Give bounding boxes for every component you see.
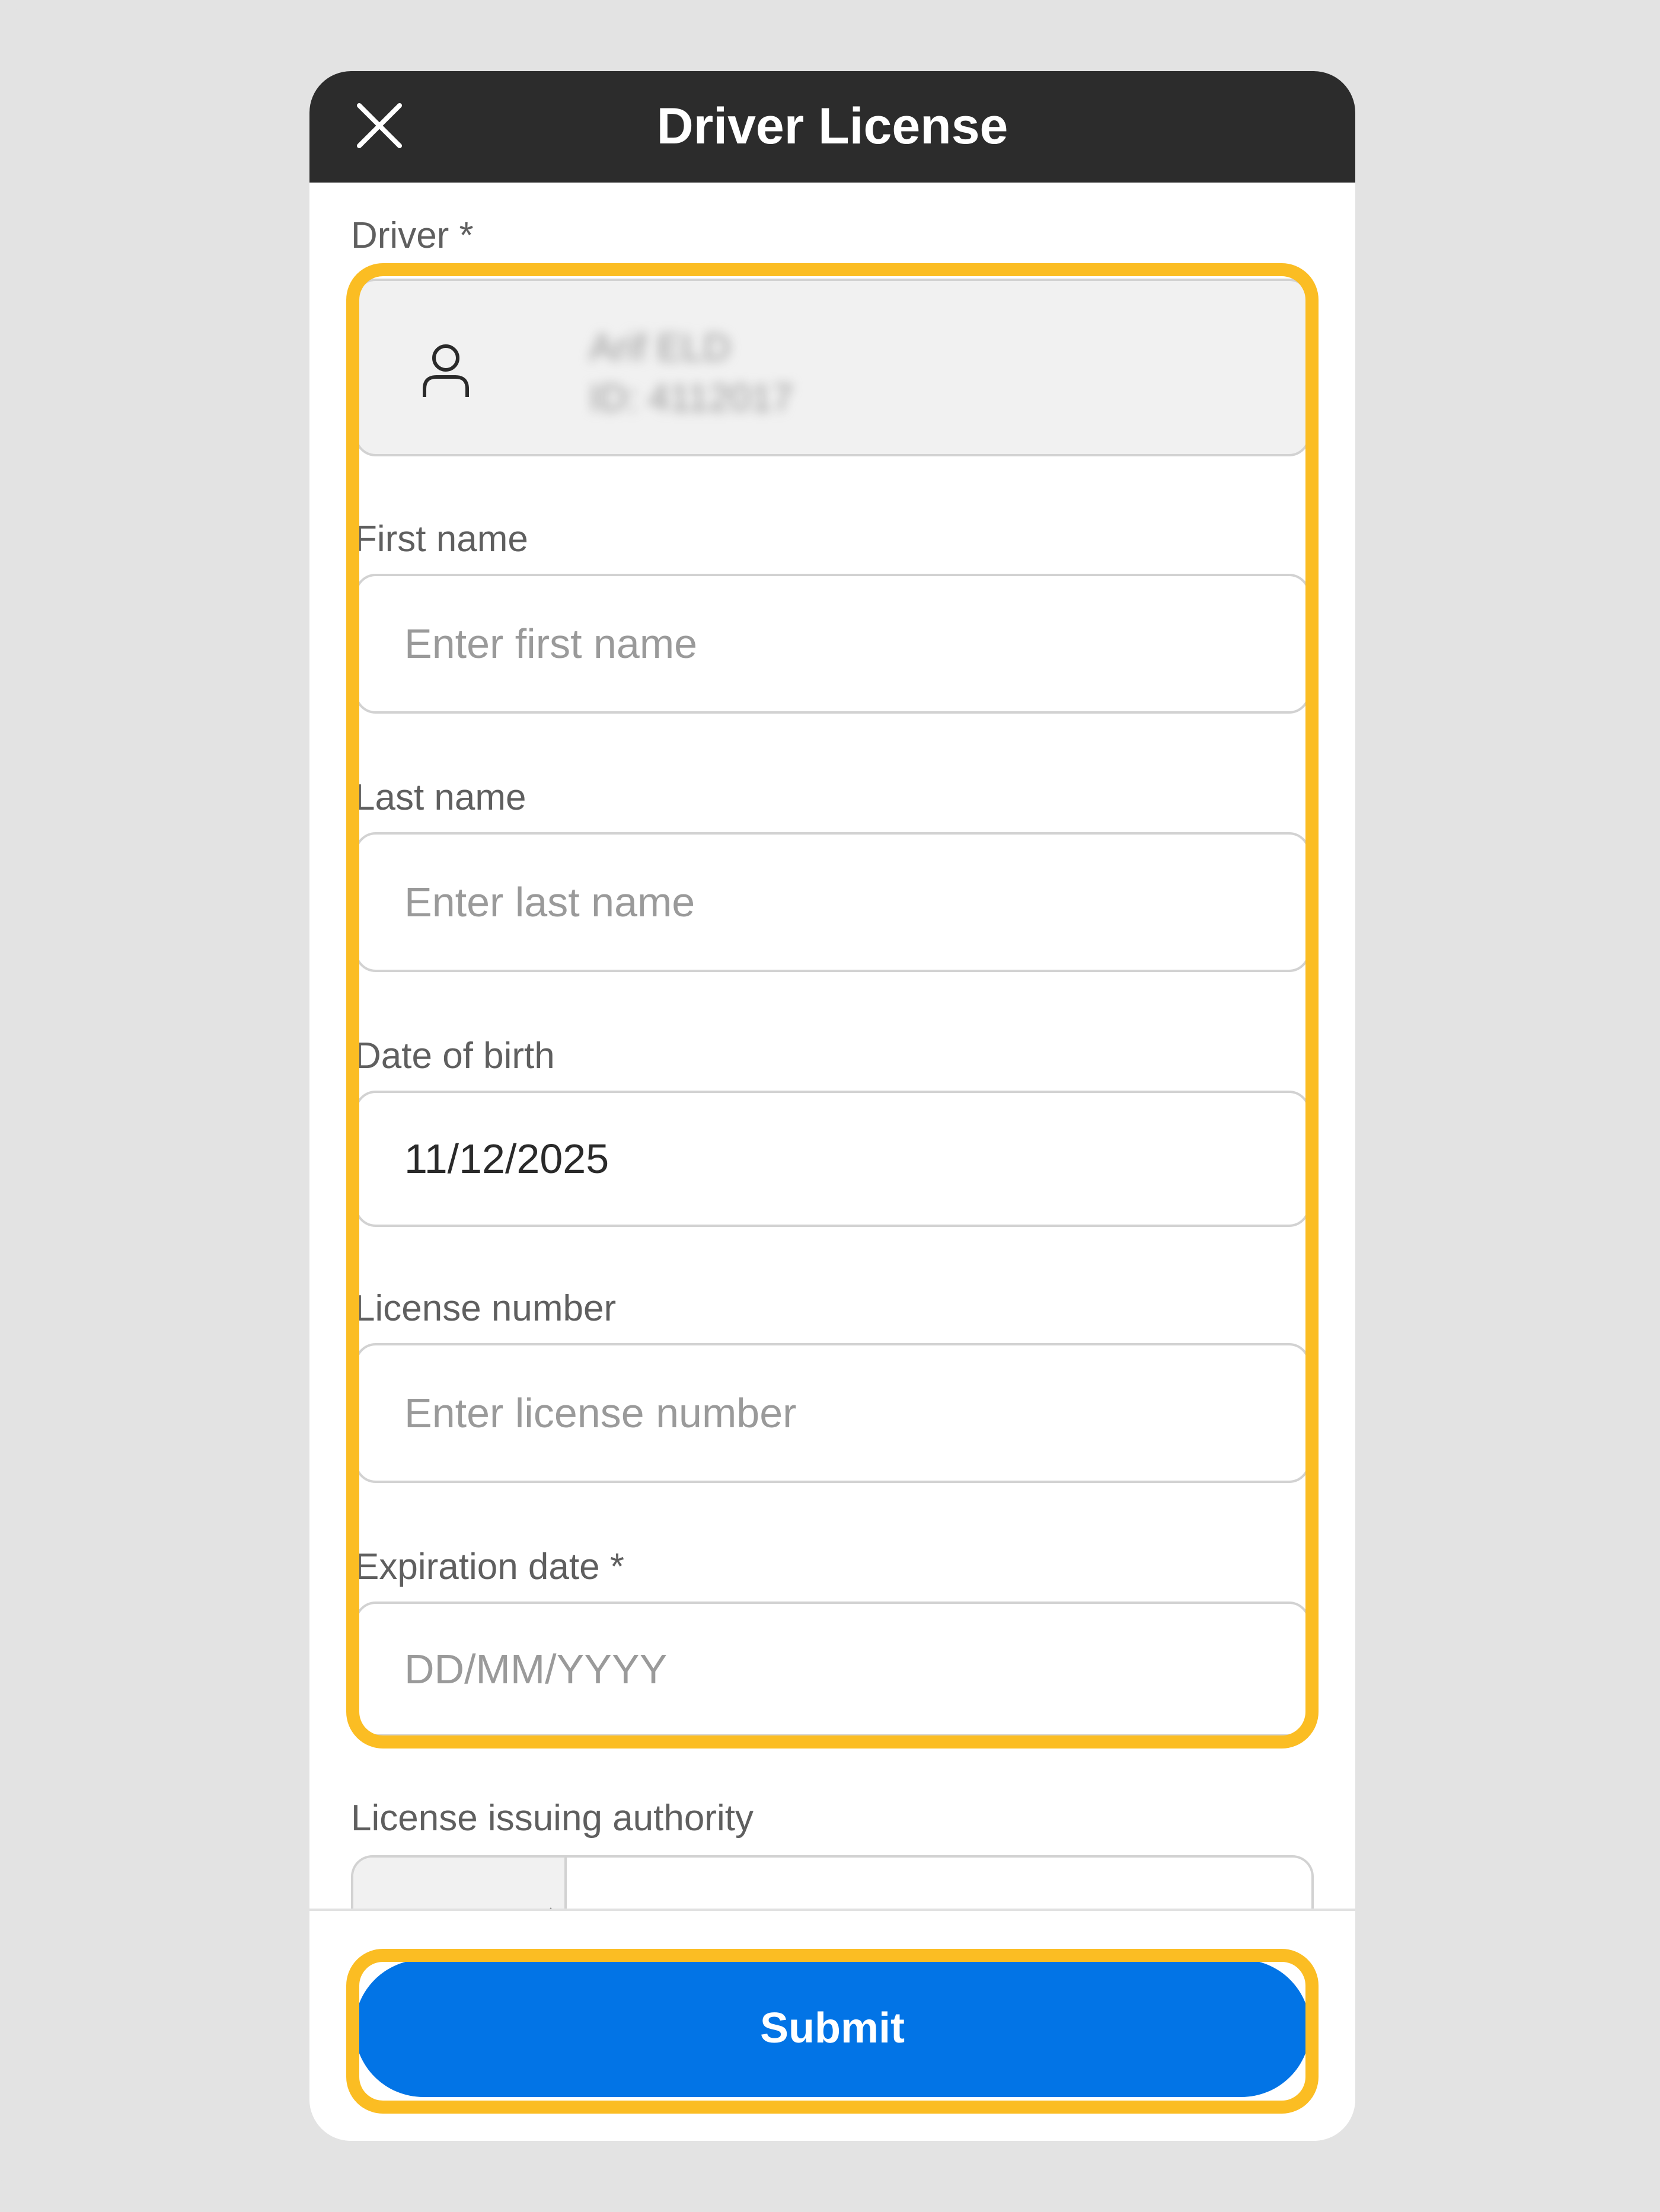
- date-of-birth-label: Date of birth: [355, 1035, 555, 1076]
- license-number-label: License number: [355, 1288, 617, 1329]
- driver-id: ID: 4112017: [589, 376, 793, 419]
- expiration-date-label: Expiration date *: [355, 1546, 624, 1587]
- driver-selector[interactable]: Arif ELD ID: 4112017: [355, 279, 1310, 456]
- license-number-field[interactable]: Enter license number: [355, 1343, 1310, 1483]
- expiration-date-field[interactable]: DD/MM/YYYY: [355, 1602, 1310, 1737]
- last-name-placeholder: Enter last name: [404, 879, 695, 925]
- date-of-birth-field[interactable]: 11/12/2025: [355, 1091, 1310, 1227]
- submit-button[interactable]: Submit: [355, 1960, 1310, 2097]
- date-of-birth-value: 11/12/2025: [404, 1136, 609, 1182]
- first-name-label: First name: [355, 519, 528, 560]
- driver-name: Arif ELD: [589, 326, 731, 369]
- screenshot-background: Driver License Driver * Arif ELD ID: 411…: [0, 0, 1660, 2212]
- first-name-field[interactable]: Enter first name: [355, 574, 1310, 714]
- footer-bar: Submit: [309, 1909, 1355, 2141]
- header-bar: Driver License: [309, 71, 1355, 183]
- driver-label: Driver *: [351, 215, 474, 256]
- expiration-date-placeholder: DD/MM/YYYY: [404, 1646, 668, 1692]
- user-icon: [423, 344, 469, 397]
- driver-license-screen: Driver License Driver * Arif ELD ID: 411…: [309, 71, 1355, 2141]
- license-number-placeholder: Enter license number: [404, 1390, 797, 1436]
- last-name-label: Last name: [355, 777, 526, 818]
- last-name-field[interactable]: Enter last name: [355, 832, 1310, 972]
- first-name-placeholder: Enter first name: [404, 621, 698, 667]
- page-title: Driver License: [656, 98, 1008, 155]
- form-fields-highlight: [346, 263, 1319, 1748]
- issuing-authority-label: License issuing authority: [351, 1798, 754, 1839]
